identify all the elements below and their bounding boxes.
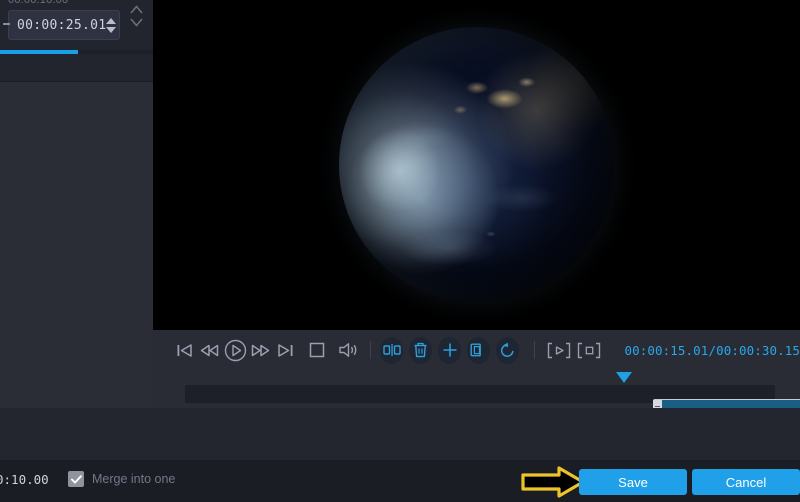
arrow-right-annotation bbox=[521, 466, 585, 498]
timecode-separator: / bbox=[708, 342, 717, 358]
save-label: Save bbox=[618, 474, 648, 490]
triangle-up-icon[interactable] bbox=[106, 17, 117, 24]
merge-into-one-checkbox[interactable]: Merge into one bbox=[68, 471, 175, 487]
timeline[interactable] bbox=[153, 370, 800, 419]
left-time-panel: 00:00:10.00 00:00:25.01 bbox=[0, 0, 153, 82]
progress-fill bbox=[0, 50, 78, 54]
transport-toolbar: 00:00:15.01/00:00:30.15 bbox=[153, 330, 800, 370]
toolbar-divider bbox=[370, 341, 372, 359]
globe-limb-glow bbox=[338, 27, 615, 303]
timeline-track[interactable] bbox=[185, 385, 800, 419]
copy-icon[interactable] bbox=[466, 336, 490, 364]
video-editor-window: 00:00:10.00 00:00:25.01 00:00:15.01/00:0… bbox=[0, 0, 800, 502]
timecode-current: 00:00:15.01 bbox=[624, 342, 709, 358]
earth-globe-image bbox=[338, 27, 615, 303]
outline-stepper[interactable] bbox=[130, 5, 143, 27]
triangle-down-icon[interactable] bbox=[106, 26, 117, 33]
play-icon[interactable] bbox=[222, 335, 247, 365]
undo-icon[interactable] bbox=[495, 336, 519, 364]
cancel-label: Cancel bbox=[725, 474, 767, 490]
trim-controls-row: Fast Split [ Set Start 00:00:15.01 Durat… bbox=[0, 408, 800, 460]
skip-to-end-icon[interactable] bbox=[273, 335, 298, 365]
stop-segment-icon[interactable] bbox=[574, 335, 605, 365]
end-time-stepper[interactable] bbox=[106, 17, 117, 33]
end-time-value[interactable]: 00:00:25.01 bbox=[9, 18, 106, 33]
volume-icon[interactable] bbox=[336, 335, 361, 365]
timecode-display: 00:00:15.01/00:00:30.15 bbox=[625, 343, 800, 358]
end-time-spinner[interactable]: 00:00:25.01 bbox=[3, 10, 120, 40]
checkbox-box[interactable] bbox=[68, 471, 84, 487]
merge-into-one-label: Merge into one bbox=[92, 472, 176, 486]
cancel-button[interactable]: Cancel bbox=[692, 469, 800, 495]
chevron-up-icon[interactable] bbox=[130, 5, 143, 14]
split-icon[interactable] bbox=[380, 336, 404, 364]
stop-icon[interactable] bbox=[305, 335, 330, 365]
plus-icon[interactable] bbox=[438, 336, 461, 364]
fast-forward-icon[interactable] bbox=[248, 335, 273, 365]
total-time-label: 0:10.00 bbox=[0, 472, 49, 487]
left-side-panel bbox=[0, 82, 153, 409]
playhead-marker[interactable] bbox=[616, 372, 632, 383]
preview-segment-icon[interactable] bbox=[544, 335, 575, 365]
save-button[interactable]: Save bbox=[579, 469, 687, 495]
timecode-total: 00:00:30.15 bbox=[716, 342, 800, 358]
range-dash-icon bbox=[3, 23, 10, 25]
video-preview[interactable] bbox=[153, 0, 800, 330]
chevron-down-icon[interactable] bbox=[130, 18, 143, 27]
toolbar-divider-2 bbox=[533, 341, 535, 359]
skip-to-start-icon[interactable] bbox=[172, 335, 197, 365]
cut-time-label: 00:00:10.00 bbox=[8, 0, 69, 6]
trash-icon[interactable] bbox=[409, 336, 433, 364]
rewind-icon[interactable] bbox=[197, 335, 222, 365]
check-icon bbox=[70, 474, 82, 484]
